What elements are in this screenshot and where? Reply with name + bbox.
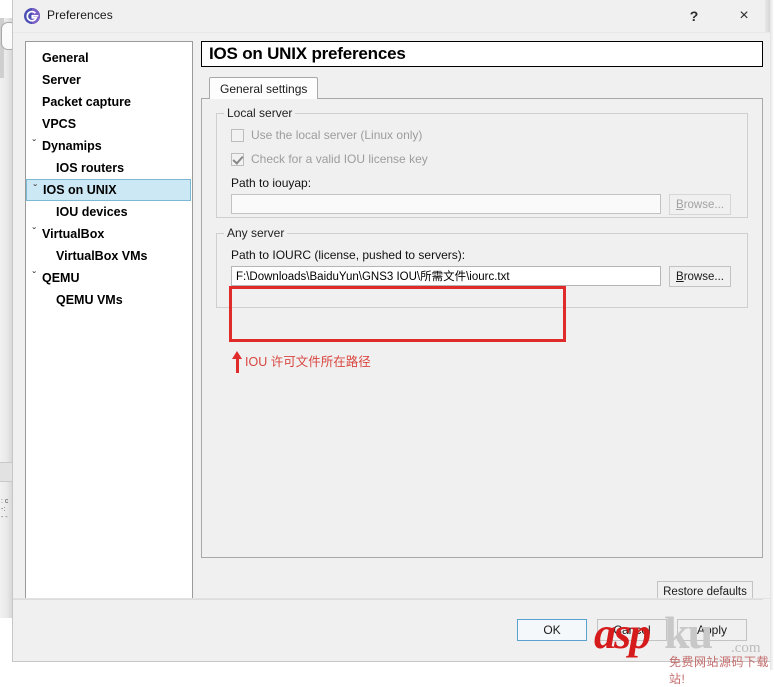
use-local-server-row[interactable]: Use the local server (Linux only) (231, 128, 422, 142)
sidebar-item-label: IOU devices (56, 205, 128, 219)
apply-button[interactable]: Apply (677, 619, 747, 641)
check-iou-license-label: Check for a valid IOU license key (251, 152, 428, 166)
title-bar: Preferences ? × (13, 0, 773, 33)
any-server-group-title: Any server (224, 226, 288, 240)
right-panel: IOS on UNIX preferences General settings… (201, 41, 763, 611)
gns3-app-icon (24, 8, 40, 24)
sidebar-item-ios-on-unix[interactable]: ˇ IOS on UNIX (26, 179, 191, 201)
background-app-strip (0, 18, 12, 618)
sidebar-item-label: VirtualBox (42, 227, 105, 241)
sidebar-item-label: General (42, 51, 89, 65)
preferences-dialog: Preferences ? × General Server Packet capt… (12, 0, 774, 662)
sidebar-item-packet-capture[interactable]: Packet capture (26, 91, 192, 113)
preferences-tree[interactable]: General Server Packet capture VPCS ˇ Dynamips… (25, 41, 193, 611)
any-server-group: Any server Path to IOURC (license, pushe… (216, 226, 748, 308)
chevron-down-icon[interactable]: ˇ (29, 139, 39, 151)
background-ruler-ticks: : c -: - - (1, 498, 9, 521)
separator (13, 599, 763, 600)
tab-page-general-settings: Local server Use the local server (Linux… (201, 98, 763, 558)
path-to-iourc-label: Path to IOURC (license, pushed to server… (231, 248, 466, 262)
sidebar-item-server[interactable]: Server (26, 69, 192, 91)
sidebar-item-label: IOS on UNIX (43, 183, 117, 197)
sidebar-item-virtualbox[interactable]: ˇ VirtualBox (26, 223, 192, 245)
browse-iourc-button[interactable]: Browse... (669, 266, 731, 287)
close-icon[interactable]: × (721, 0, 767, 32)
window-right-shadow (770, 0, 774, 670)
sidebar-item-qemu-vms[interactable]: QEMU VMs (26, 289, 192, 311)
path-to-iourc-input[interactable] (231, 266, 661, 286)
sidebar-item-label: QEMU VMs (56, 293, 123, 307)
chevron-down-icon[interactable]: ˇ (29, 227, 39, 239)
dialog-content: General Server Packet capture VPCS ˇ Dynamips… (13, 33, 773, 629)
local-server-group: Local server Use the local server (Linux… (216, 106, 748, 218)
use-local-server-checkbox[interactable] (231, 128, 244, 142)
sidebar-item-label: IOS routers (56, 161, 125, 175)
cancel-button[interactable]: Cancel (597, 619, 667, 641)
path-to-iouyap-input[interactable] (231, 194, 661, 214)
dialog-button-bar: OK Cancel Apply (13, 598, 773, 661)
local-server-group-title: Local server (224, 106, 296, 120)
path-to-iouyap-label: Path to iouyap: (231, 176, 312, 190)
tab-strip: General settings Local server Use the lo… (201, 77, 763, 558)
page-title: IOS on UNIX preferences (201, 41, 763, 67)
sidebar-item-virtualbox-vms[interactable]: VirtualBox VMs (26, 245, 192, 267)
tab-general-settings[interactable]: General settings (209, 77, 319, 99)
sidebar-item-iou-devices[interactable]: IOU devices (26, 201, 192, 223)
check-iou-license-row[interactable]: Check for a valid IOU license key (231, 152, 428, 166)
sidebar-item-label: Server (42, 73, 81, 87)
page-background: : c -: - - Preferences ? × General Server Pa… (0, 0, 774, 686)
chevron-down-icon[interactable]: ˇ (29, 271, 39, 283)
sidebar-item-vpcs[interactable]: VPCS (26, 113, 192, 135)
sidebar-item-label: Dynamips (42, 139, 102, 153)
ok-button[interactable]: OK (517, 619, 587, 641)
browse-iouyap-button[interactable]: Browse... (669, 194, 731, 215)
check-iou-license-checkbox[interactable] (231, 152, 244, 166)
sidebar-item-label: VPCS (42, 117, 77, 131)
sidebar-item-general[interactable]: General (26, 47, 192, 69)
use-local-server-label: Use the local server (Linux only) (251, 128, 423, 142)
sidebar-item-label: QEMU (42, 271, 80, 285)
sidebar-item-ios-routers[interactable]: IOS routers (26, 157, 192, 179)
sidebar-item-qemu[interactable]: ˇ QEMU (26, 267, 192, 289)
background-scrollbar (0, 462, 12, 482)
chevron-down-icon[interactable]: ˇ (30, 184, 40, 196)
sidebar-item-label: Packet capture (42, 95, 131, 109)
help-icon[interactable]: ? (671, 0, 717, 32)
sidebar-item-label: VirtualBox VMs (56, 249, 148, 263)
sidebar-item-dynamips[interactable]: ˇ Dynamips (26, 135, 192, 157)
window-title: Preferences (47, 8, 113, 22)
